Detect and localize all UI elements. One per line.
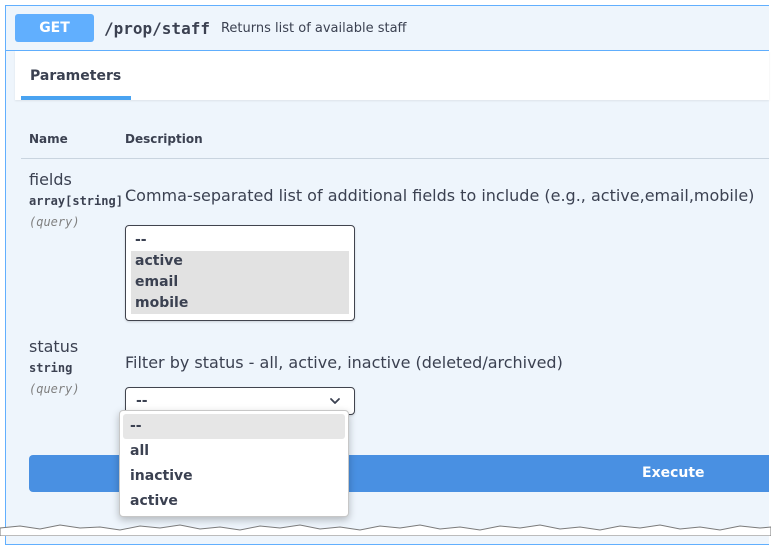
chevron-down-icon (330, 398, 340, 404)
endpoint-summary: Returns list of available staff (220, 20, 407, 36)
column-header-description: Description (125, 132, 203, 146)
param-name-status: status (29, 337, 79, 356)
parameters-section-header: Parameters (15, 51, 769, 100)
endpoint-path: /prop/staff (104, 18, 210, 38)
status-dropdown-list[interactable]: -- all inactive active (119, 410, 349, 517)
header-divider (21, 158, 769, 159)
execute-button-label: Execute (642, 465, 705, 481)
status-option-highlighted[interactable]: -- (123, 414, 345, 439)
fields-option[interactable]: -- (131, 230, 349, 251)
param-description-status: Filter by status - all, active, inactive… (125, 353, 563, 372)
param-description-fields: Comma-separated list of additional field… (125, 186, 755, 205)
method-badge: GET (15, 14, 94, 42)
status-select-value: -- (136, 393, 148, 409)
fields-option-selected[interactable]: email (131, 272, 349, 293)
torn-edge (0, 524, 771, 536)
param-type-status: string (29, 361, 73, 375)
param-location-status: (query) (29, 382, 80, 396)
tab-parameters[interactable]: Parameters (21, 51, 131, 100)
fields-option-selected[interactable]: active (131, 251, 349, 272)
status-option[interactable]: active (123, 489, 345, 514)
param-name-fields: fields (29, 170, 72, 189)
status-option[interactable]: all (123, 439, 345, 464)
operation-header[interactable]: GET /prop/staff Returns list of availabl… (6, 6, 769, 51)
fields-multiselect[interactable]: -- active email mobile (125, 225, 355, 321)
tab-parameters-label: Parameters (30, 68, 122, 84)
param-location-fields: (query) (29, 215, 80, 229)
status-option[interactable]: inactive (123, 464, 345, 489)
column-header-name: Name (29, 132, 68, 146)
param-type-fields: array[string] (29, 194, 123, 208)
fields-option-selected[interactable]: mobile (131, 293, 349, 314)
